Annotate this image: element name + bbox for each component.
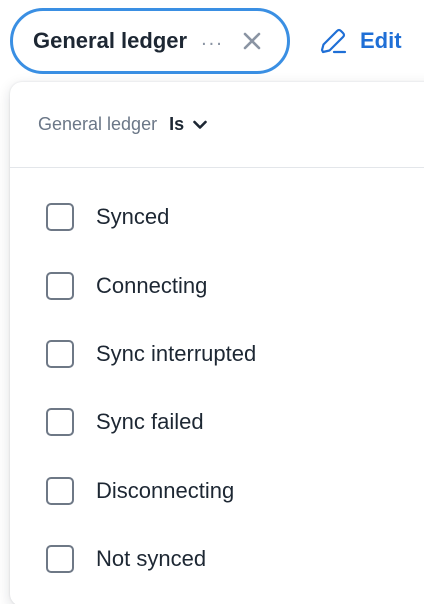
- filter-chip-ellipsis: ...: [201, 27, 224, 50]
- checkbox[interactable]: [46, 339, 74, 368]
- option-label: Sync failed: [96, 409, 204, 435]
- option-label: Disconnecting: [96, 477, 235, 503]
- close-icon[interactable]: [240, 29, 264, 53]
- option-synced[interactable]: Synced: [10, 183, 424, 251]
- option-disconnecting[interactable]: Disconnecting: [10, 457, 424, 525]
- edit-button-label: Edit: [360, 28, 402, 53]
- checkbox[interactable]: [46, 203, 74, 232]
- operator-label: Is: [169, 114, 185, 134]
- filter-chip-general-ledger[interactable]: General ledger ...: [10, 8, 290, 74]
- filter-dropdown-panel: General ledger Is Synced Connecting Sync…: [10, 82, 424, 604]
- operator-select[interactable]: Is: [169, 114, 208, 135]
- option-label: Sync interrupted: [96, 340, 257, 366]
- filter-condition-row: General ledger Is: [10, 82, 424, 168]
- option-not-synced[interactable]: Not synced: [10, 525, 424, 593]
- filter-chip-label: General ledger: [33, 28, 188, 53]
- chevron-down-icon: [192, 117, 208, 133]
- filter-field-label: General ledger: [38, 114, 158, 134]
- checkbox[interactable]: [46, 271, 74, 300]
- option-sync-interrupted[interactable]: Sync interrupted: [10, 320, 424, 388]
- checkbox[interactable]: [46, 545, 74, 574]
- option-label: Not synced: [96, 546, 207, 572]
- option-sync-failed[interactable]: Sync failed: [10, 388, 424, 456]
- pencil-icon: [318, 26, 348, 56]
- checkbox[interactable]: [46, 408, 74, 437]
- option-connecting[interactable]: Connecting: [10, 251, 424, 319]
- option-label: Synced: [96, 204, 170, 230]
- edit-button[interactable]: Edit: [318, 26, 402, 56]
- status-options-list: Synced Connecting Sync interrupted Sync …: [10, 168, 424, 593]
- checkbox[interactable]: [46, 476, 74, 505]
- option-label: Connecting: [96, 272, 208, 298]
